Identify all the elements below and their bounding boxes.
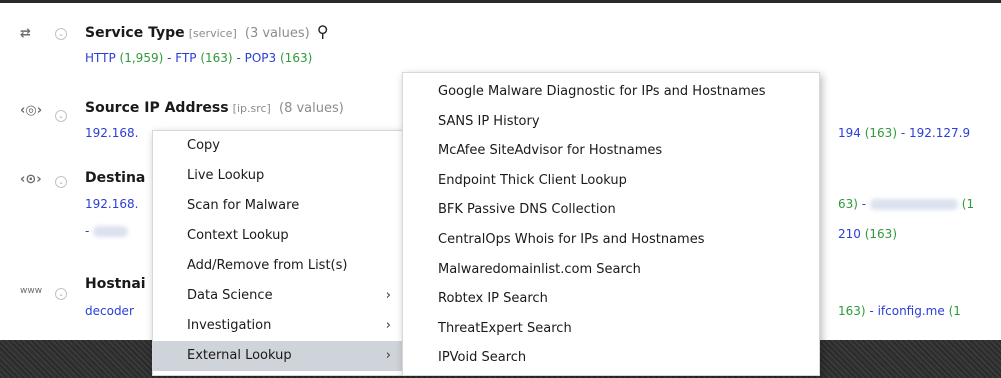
meta-values-right-line2: 210 (163)	[838, 227, 897, 241]
value-count: (163)	[200, 51, 233, 65]
value-count: (163)	[864, 126, 898, 140]
value-link[interactable]: 192.127.9	[909, 126, 970, 140]
meta-values-right: 63) - (1	[838, 197, 975, 211]
submenu-item[interactable]: McAfee SiteAdvisor for Hostnames	[403, 136, 819, 166]
meta-title[interactable]: Destina	[85, 170, 145, 186]
submenu-item[interactable]: ThreatExpert Search	[403, 314, 819, 344]
meta-count: (3 values)	[244, 26, 310, 41]
meta-count: (8 values)	[279, 101, 344, 116]
menu-item-context-lookup[interactable]: Context Lookup	[153, 221, 403, 251]
value-link[interactable]: ifconfig.me	[878, 304, 945, 318]
location-pin-icon: ‹⊙›	[20, 172, 42, 187]
redacted-value	[93, 226, 129, 237]
menu-item-data-science[interactable]: Data Science ›	[153, 281, 403, 311]
chevron-right-icon: ›	[385, 318, 391, 333]
value-count: (163)	[864, 227, 898, 241]
value-count: (1	[948, 304, 961, 318]
value-count: 63)	[838, 197, 858, 211]
ip-address-icon: ‹◎›	[20, 103, 43, 118]
submenu-item[interactable]: BFK Passive DNS Collection	[403, 195, 819, 225]
meta-title[interactable]: Source IP Address [ip.src] (8 values)	[85, 100, 344, 116]
redacted-value	[869, 199, 958, 210]
chevron-right-icon: ›	[385, 348, 391, 363]
value-link[interactable]: 194	[838, 126, 861, 140]
meta-title[interactable]: Hostnai	[85, 276, 146, 292]
submenu-item[interactable]: IPVoid Search	[403, 343, 819, 373]
meta-name[interactable]: Service Type	[85, 25, 185, 41]
value-link[interactable]: 210	[838, 227, 861, 241]
meta-values-right: 194 (163) - 192.127.9	[838, 126, 971, 140]
expand-chevron-icon[interactable]: ⌄	[55, 110, 67, 122]
expand-chevron-icon[interactable]: ⌄	[55, 28, 67, 40]
meta-values: 192.168.	[85, 197, 138, 211]
submenu-item[interactable]: Robtex IP Search	[403, 284, 819, 314]
value-link[interactable]: HTTP	[85, 51, 116, 65]
arrows-exchange-icon: ⇄	[20, 26, 31, 41]
www-icon: www	[20, 286, 43, 296]
meta-key: [ip.src]	[232, 102, 271, 115]
value-link[interactable]: POP3	[245, 51, 277, 65]
expand-chevron-icon[interactable]: ⌄	[55, 288, 67, 300]
value-count: (163)	[280, 51, 313, 65]
value-count: (1	[961, 197, 975, 211]
value-link[interactable]: 192.168.	[85, 126, 138, 140]
value-link[interactable]: FTP	[175, 51, 196, 65]
meta-name[interactable]: Source IP Address	[85, 100, 229, 116]
chevron-right-icon: ›	[385, 288, 391, 303]
expand-chevron-icon[interactable]: ⌄	[55, 176, 67, 188]
submenu-item[interactable]: Endpoint Thick Client Lookup	[403, 166, 819, 196]
meta-values: decoder	[85, 304, 134, 318]
context-menu: Copy Live Lookup Scan for Malware Contex…	[152, 130, 404, 376]
value-link[interactable]: 192.168.	[85, 197, 138, 211]
menu-item-investigation[interactable]: Investigation ›	[153, 311, 403, 341]
meta-values: 192.168.	[85, 126, 138, 140]
meta-name[interactable]: Destina	[85, 170, 145, 186]
meta-name[interactable]: Hostnai	[85, 276, 146, 292]
submenu-item[interactable]: SANS IP History	[403, 107, 819, 137]
menu-item-scan-for-malware[interactable]: Scan for Malware	[153, 191, 403, 221]
value-count: 163)	[838, 304, 866, 318]
menu-item-external-lookup[interactable]: External Lookup ›	[153, 341, 403, 371]
search-icon[interactable]: ⚲	[317, 22, 329, 41]
meta-values-right: 163) - ifconfig.me (1	[838, 304, 961, 318]
meta-key: [service]	[188, 27, 237, 40]
meta-group-service-type: ⇄ ⌄ Service Type [service] (3 values) ⚲ …	[0, 22, 1001, 72]
top-border	[0, 0, 1001, 3]
meta-title[interactable]: Service Type [service] (3 values) ⚲	[85, 22, 329, 41]
value-count: (1,959)	[119, 51, 164, 65]
meta-values: HTTP (1,959) - FTP (163) - POP3 (163)	[85, 51, 313, 65]
value-link[interactable]: decoder	[85, 304, 134, 318]
menu-item-live-lookup[interactable]: Live Lookup	[153, 161, 403, 191]
menu-item-copy[interactable]: Copy	[153, 131, 403, 161]
meta-values-line2: -	[85, 224, 129, 238]
submenu-item[interactable]: Malwaredomainlist.com Search	[403, 255, 819, 285]
submenu-item[interactable]: Google Malware Diagnostic for IPs and Ho…	[403, 77, 819, 107]
menu-item-add-remove-list[interactable]: Add/Remove from List(s)	[153, 251, 403, 281]
external-lookup-submenu: Google Malware Diagnostic for IPs and Ho…	[402, 72, 820, 376]
submenu-item[interactable]: CentralOps Whois for IPs and Hostnames	[403, 225, 819, 255]
